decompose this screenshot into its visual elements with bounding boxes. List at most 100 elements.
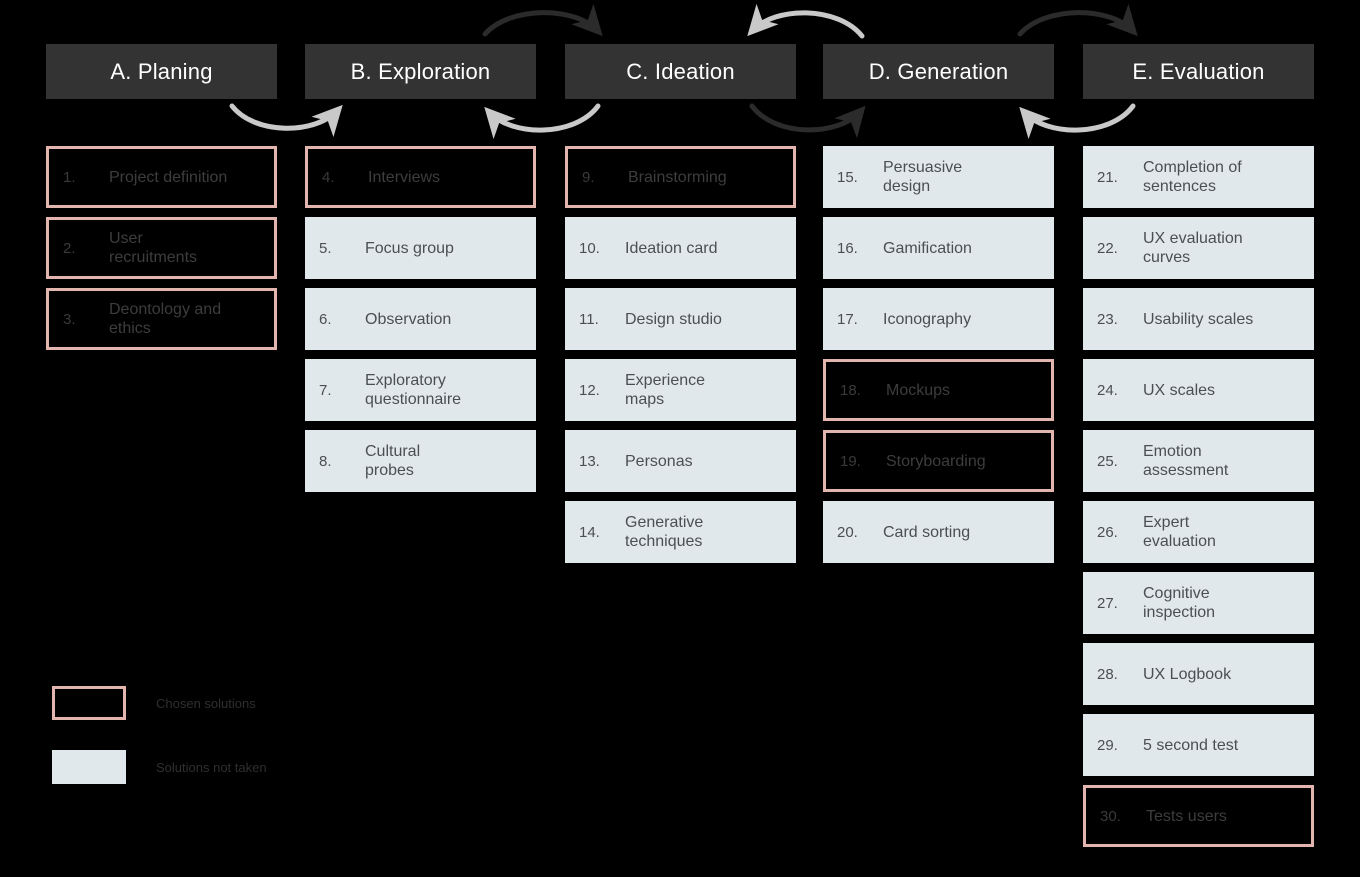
method-item[interactable]: 9. Brainstorming <box>565 146 796 208</box>
column-items-evaluation: 21. Completion of sentences 22. UX evaluati… <box>1083 146 1314 856</box>
method-item-label: Card sorting <box>883 523 971 541</box>
method-item[interactable]: 30. Tests users <box>1083 785 1314 847</box>
method-item[interactable]: 24. UX scales <box>1083 359 1314 421</box>
method-item[interactable]: 16. Gamification <box>823 217 1054 279</box>
method-item[interactable]: 29. 5 second test <box>1083 714 1314 776</box>
method-item-label: Experience maps <box>625 372 706 408</box>
method-item[interactable]: 7. Exploratory questionnaire <box>305 359 536 421</box>
method-item-label: Cultural probes <box>365 443 421 479</box>
arrow-a-to-b-forward <box>229 103 343 138</box>
method-item[interactable]: 27. Cognitive inspection <box>1083 572 1314 634</box>
method-item-label: Cognitive inspection <box>1143 585 1216 621</box>
method-item-number: 23. <box>1097 310 1118 328</box>
method-item-label: Observation <box>365 310 452 328</box>
method-item-label: Generative techniques <box>625 514 704 550</box>
method-item[interactable]: 3. Deontology and ethics <box>46 288 277 350</box>
column-header-exploration: B. Exploration <box>305 44 536 99</box>
method-item[interactable]: 22. UX evaluation curves <box>1083 217 1314 279</box>
method-item-number: 19. <box>840 452 861 470</box>
method-item-number: 25. <box>1097 452 1118 470</box>
arrow-c-to-d-forward <box>749 103 866 139</box>
method-item-label: User recruitments <box>109 230 198 266</box>
method-item-label: Iconography <box>883 310 972 328</box>
legend-swatch-chosen <box>52 686 126 720</box>
method-item[interactable]: 20. Card sorting <box>823 501 1054 563</box>
method-item[interactable]: 17. Iconography <box>823 288 1054 350</box>
column-exploration: B. Exploration 4. Interviews 5. Focus group 6… <box>305 44 536 492</box>
method-item-number: 16. <box>837 239 858 257</box>
method-item-label: UX evaluation curves <box>1143 230 1243 266</box>
method-item[interactable]: 6. Observation <box>305 288 536 350</box>
method-item-number: 21. <box>1097 168 1118 186</box>
method-item-label: Usability scales <box>1143 310 1254 328</box>
method-item-label: Ideation card <box>625 239 718 257</box>
method-item[interactable]: 12. Experience maps <box>565 359 796 421</box>
method-item-number: 7. <box>319 381 332 399</box>
method-item-label: Interviews <box>368 168 441 186</box>
method-item-label: Brainstorming <box>628 168 727 186</box>
method-item[interactable]: 4. Interviews <box>305 146 536 208</box>
method-item-number: 18. <box>840 381 861 399</box>
method-item[interactable]: 15. Persuasive design <box>823 146 1054 208</box>
method-item-number: 13. <box>579 452 600 470</box>
method-item-label: Storyboarding <box>886 452 986 470</box>
method-item-number: 26. <box>1097 523 1118 541</box>
method-item-number: 5. <box>319 239 332 257</box>
method-item-number: 6. <box>319 310 332 328</box>
method-item[interactable]: 13. Personas <box>565 430 796 492</box>
method-item-number: 28. <box>1097 665 1118 683</box>
method-item[interactable]: 21. Completion of sentences <box>1083 146 1314 208</box>
column-evaluation: E. Evaluation 21. Completion of sentences 2… <box>1083 44 1314 847</box>
method-item[interactable]: 11. Design studio <box>565 288 796 350</box>
method-item[interactable]: 25. Emotion assessment <box>1083 430 1314 492</box>
method-item[interactable]: 26. Expert evaluation <box>1083 501 1314 563</box>
method-item[interactable]: 23. Usability scales <box>1083 288 1314 350</box>
method-item[interactable]: 28. UX Logbook <box>1083 643 1314 705</box>
column-items-ideation: 9. Brainstorming 10. Ideation card 11. Design… <box>565 146 796 572</box>
column-items-generation: 15. Persuasive design 16. Gamification 17. Ic… <box>823 146 1054 572</box>
method-item-number: 10. <box>579 239 600 257</box>
legend-row-chosen: Chosen solutions <box>52 686 267 720</box>
method-item-label: Emotion assessment <box>1143 443 1229 479</box>
method-item-number: 4. <box>322 168 335 186</box>
column-planning: A. Planing 1. Project definition 2. User rec… <box>46 44 277 350</box>
column-items-exploration: 4. Interviews 5. Focus group 6. Observation 7.… <box>305 146 536 501</box>
method-item-number: 12. <box>579 381 600 399</box>
column-header-ideation: C. Ideation <box>565 44 796 99</box>
method-item-number: 9. <box>582 168 595 186</box>
legend-swatch-not-taken <box>52 750 126 784</box>
method-item-number: 17. <box>837 310 858 328</box>
method-item-number: 24. <box>1097 381 1118 399</box>
method-item-number: 20. <box>837 523 858 541</box>
legend-label-not-taken: Solutions not taken <box>156 759 267 775</box>
method-item-label: Gamification <box>883 239 972 257</box>
method-item-number: 1. <box>63 168 76 186</box>
method-item-label: Tests users <box>1146 807 1227 825</box>
method-item-label: Deontology and ethics <box>109 301 222 337</box>
method-item[interactable]: 1. Project definition <box>46 146 277 208</box>
method-item-label: Mockups <box>886 381 951 399</box>
method-item[interactable]: 10. Ideation card <box>565 217 796 279</box>
method-item[interactable]: 18. Mockups <box>823 359 1054 421</box>
method-item-number: 29. <box>1097 736 1118 754</box>
method-item-label: Exploratory questionnaire <box>365 372 462 408</box>
legend-label-chosen: Chosen solutions <box>156 695 256 711</box>
method-item-label: Expert evaluation <box>1143 514 1216 550</box>
method-item[interactable]: 8. Cultural probes <box>305 430 536 492</box>
legend: Chosen solutions Solutions not taken <box>52 686 267 814</box>
method-item-number: 11. <box>579 310 599 328</box>
column-header-evaluation: E. Evaluation <box>1083 44 1314 99</box>
method-item-number: 2. <box>63 239 76 257</box>
column-header-planning: A. Planing <box>46 44 277 99</box>
method-item-label: Project definition <box>109 168 228 186</box>
method-item-label: 5 second test <box>1143 736 1239 754</box>
method-item-number: 22. <box>1097 239 1118 257</box>
method-item[interactable]: 14. Generative techniques <box>565 501 796 563</box>
method-item[interactable]: 2. User recruitments <box>46 217 277 279</box>
diagram-canvas: A. Planing 1. Project definition 2. User rec… <box>0 0 1360 877</box>
method-item[interactable]: 19. Storyboarding <box>823 430 1054 492</box>
method-item[interactable]: 5. Focus group <box>305 217 536 279</box>
arrow-b-to-c-forward <box>482 3 603 37</box>
method-item-number: 8. <box>319 452 332 470</box>
column-header-generation: D. Generation <box>823 44 1054 99</box>
